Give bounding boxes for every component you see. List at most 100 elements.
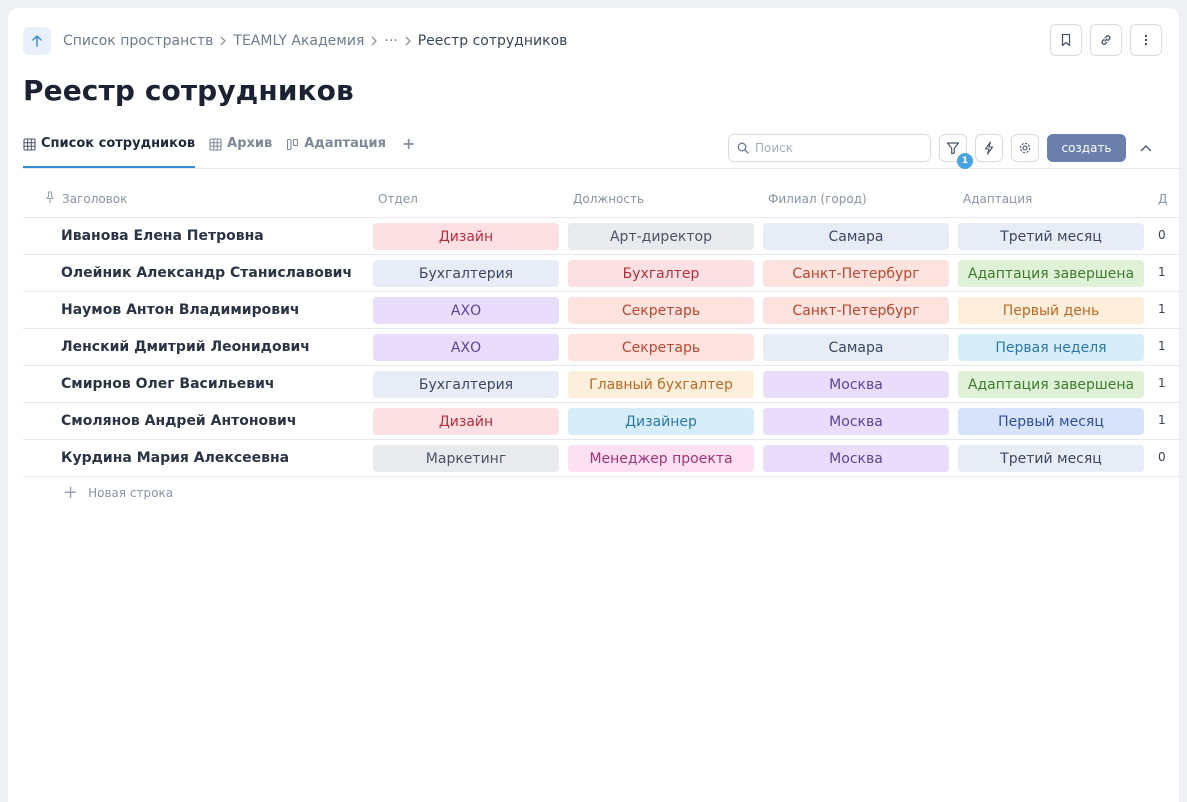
table-row[interactable]: Наумов Антон Владимирович АХО Секретарь Сан… — [23, 292, 1179, 329]
cell-clipped: 0 — [1158, 450, 1166, 464]
filter-icon — [946, 142, 960, 155]
tab-employee-list[interactable]: Список сотрудников — [23, 134, 196, 168]
collapse-button[interactable] — [1136, 134, 1156, 162]
cell-adaptation-tag[interactable]: Первая неделя — [958, 334, 1144, 361]
cell-employee-name[interactable]: Смирнов Олег Васильевич — [61, 376, 275, 392]
chevron-right-icon — [213, 36, 233, 46]
chevron-right-icon — [398, 36, 418, 46]
plus-icon: + — [401, 134, 416, 153]
cell-adaptation-tag[interactable]: Адаптация завершена — [958, 260, 1144, 287]
board-icon — [286, 136, 299, 152]
tab-label: Архив — [227, 136, 273, 151]
table-row[interactable]: Курдина Мария Алексеевна Маркетинг Менедже… — [23, 440, 1179, 477]
new-row-label: Новая строка — [88, 486, 174, 500]
cell-department-tag[interactable]: АХО — [373, 334, 559, 361]
cell-clipped: 1 — [1158, 302, 1166, 316]
create-button[interactable]: создать — [1047, 134, 1126, 162]
cell-adaptation-tag[interactable]: Третий месяц — [958, 445, 1144, 472]
page: Список пространств TEAMLY Академия ··· Р… — [8, 8, 1179, 802]
column-header-adaptation[interactable]: Адаптация — [963, 192, 1032, 206]
breadcrumb-item-academy[interactable]: TEAMLY Академия — [233, 33, 364, 49]
more-vertical-icon — [1144, 34, 1148, 46]
breadcrumb-item-ellipsis[interactable]: ··· — [384, 33, 397, 49]
cell-department-tag[interactable]: Дизайн — [373, 223, 559, 250]
cell-employee-name[interactable]: Курдина Мария Алексеевна — [61, 450, 289, 466]
page-title: Реестр сотрудников — [23, 74, 354, 107]
lightning-icon — [984, 141, 994, 155]
cell-branch-tag[interactable]: Санкт-Петербург — [763, 260, 949, 287]
cell-branch-tag[interactable]: Самара — [763, 223, 949, 250]
cell-clipped: 1 — [1158, 376, 1166, 390]
bookmark-icon — [1061, 33, 1071, 47]
cell-branch-tag[interactable]: Санкт-Петербург — [763, 297, 949, 324]
copy-link-button[interactable] — [1090, 24, 1122, 56]
column-header-position[interactable]: Должность — [573, 192, 644, 206]
search-box[interactable] — [728, 134, 931, 162]
column-header-branch[interactable]: Филиал (город) — [768, 192, 867, 206]
cell-branch-tag[interactable]: Москва — [763, 408, 949, 435]
table-body: Иванова Елена Петровна Дизайн Арт-директор… — [23, 218, 1179, 477]
cell-adaptation-tag[interactable]: Адаптация завершена — [958, 371, 1144, 398]
tab-label: Список сотрудников — [41, 136, 196, 151]
column-header-title[interactable]: Заголовок — [62, 192, 127, 206]
cell-department-tag[interactable]: Дизайн — [373, 408, 559, 435]
settings-button[interactable] — [1011, 134, 1039, 162]
cell-position-tag[interactable]: Дизайнер — [568, 408, 754, 435]
more-button[interactable] — [1130, 24, 1162, 56]
view-tabs: Список сотрудников Архив Адаптация + — [23, 134, 429, 168]
column-header-clipped[interactable]: Д — [1158, 192, 1179, 206]
cell-department-tag[interactable]: Бухгалтерия — [373, 260, 559, 287]
pin-icon — [45, 191, 55, 207]
tab-archive[interactable]: Архив — [209, 134, 272, 168]
cell-branch-tag[interactable]: Москва — [763, 445, 949, 472]
table-toolbar: 1 создать — [728, 134, 1156, 169]
bookmark-button[interactable] — [1050, 24, 1082, 56]
employee-table: Заголовок Отдел Должность Филиал (город)… — [23, 180, 1179, 509]
cell-department-tag[interactable]: Маркетинг — [373, 445, 559, 472]
cell-clipped: 1 — [1158, 339, 1166, 353]
cell-adaptation-tag[interactable]: Первый месяц — [958, 408, 1144, 435]
table-row[interactable]: Смирнов Олег Васильевич Бухгалтерия Главны… — [23, 366, 1179, 403]
cell-branch-tag[interactable]: Самара — [763, 334, 949, 361]
cell-clipped: 1 — [1158, 265, 1166, 279]
link-icon — [1101, 35, 1111, 45]
tabs-divider — [23, 168, 1179, 169]
cell-department-tag[interactable]: АХО — [373, 297, 559, 324]
cell-adaptation-tag[interactable]: Третий месяц — [958, 223, 1144, 250]
cell-clipped: 0 — [1158, 228, 1166, 242]
arrow-up-icon — [32, 35, 42, 47]
add-tab-button[interactable]: + — [400, 134, 415, 168]
cell-employee-name[interactable]: Наумов Антон Владимирович — [61, 302, 300, 318]
cell-position-tag[interactable]: Секретарь — [568, 334, 754, 361]
table-row[interactable]: Иванова Елена Петровна Дизайн Арт-директор… — [23, 218, 1179, 255]
cell-employee-name[interactable]: Иванова Елена Петровна — [61, 228, 264, 244]
filter-button[interactable]: 1 — [939, 134, 973, 169]
chevron-right-icon — [364, 36, 384, 46]
cell-department-tag[interactable]: Бухгалтерия — [373, 371, 559, 398]
table-icon — [209, 136, 222, 152]
search-input[interactable] — [755, 141, 915, 155]
breadcrumb-item-current: Реестр сотрудников — [417, 33, 568, 49]
cell-employee-name[interactable]: Ленский Дмитрий Леонидович — [61, 339, 310, 355]
cell-position-tag[interactable]: Бухгалтер — [568, 260, 754, 287]
cell-adaptation-tag[interactable]: Первый день — [958, 297, 1144, 324]
breadcrumb-item-spaces[interactable]: Список пространств — [63, 33, 213, 49]
cell-branch-tag[interactable]: Москва — [763, 371, 949, 398]
cell-employee-name[interactable]: Смолянов Андрей Антонович — [61, 413, 296, 429]
breadcrumb: Список пространств TEAMLY Академия ··· Р… — [23, 26, 567, 56]
cell-position-tag[interactable]: Арт-директор — [568, 223, 754, 250]
search-icon — [737, 142, 749, 154]
cell-employee-name[interactable]: Олейник Александр Станиславович — [61, 265, 352, 281]
cell-position-tag[interactable]: Главный бухгалтер — [568, 371, 754, 398]
cell-position-tag[interactable]: Секретарь — [568, 297, 754, 324]
go-up-button[interactable] — [23, 27, 51, 55]
automation-button[interactable] — [975, 134, 1003, 162]
gear-icon — [1019, 142, 1031, 154]
table-row[interactable]: Ленский Дмитрий Леонидович АХО Секретарь Са… — [23, 329, 1179, 366]
tab-adaptation[interactable]: Адаптация — [286, 134, 386, 168]
column-header-department[interactable]: Отдел — [378, 192, 418, 206]
table-row[interactable]: Смолянов Андрей Антонович Дизайн Дизайнер М… — [23, 403, 1179, 440]
table-row[interactable]: Олейник Александр Станиславович Бухгалтер… — [23, 255, 1179, 292]
new-row-button[interactable]: + Новая строка — [23, 477, 1179, 509]
cell-position-tag[interactable]: Менеджер проекта — [568, 445, 754, 472]
